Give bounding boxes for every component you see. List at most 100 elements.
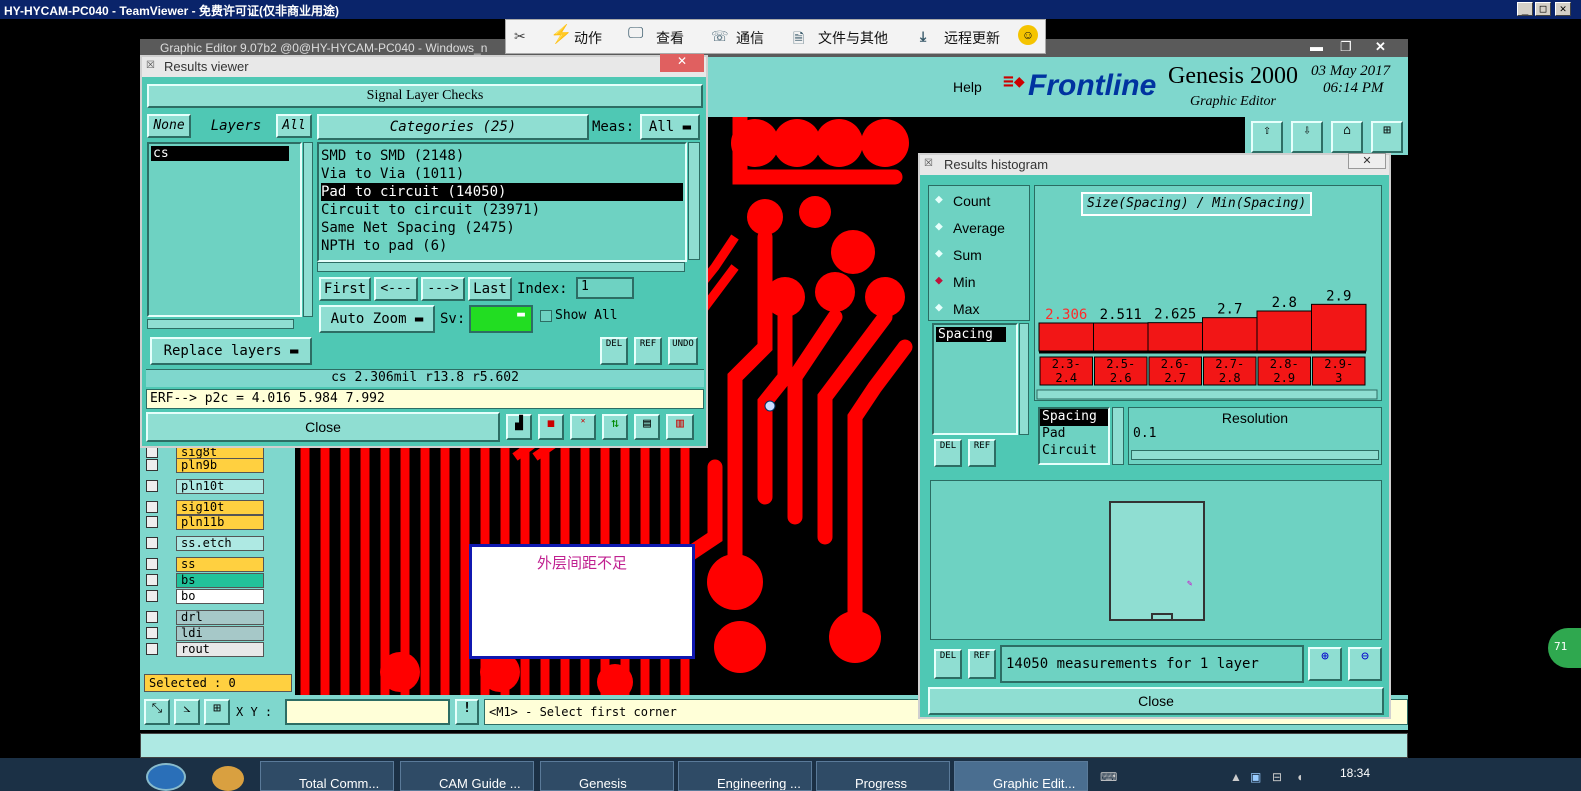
index-input[interactable]: 1	[576, 277, 634, 299]
secondary-list-item[interactable]: Spacing	[1040, 409, 1108, 426]
taskbar-item[interactable]: Graphic Edit...	[954, 761, 1088, 791]
ref-button[interactable]: REF	[634, 337, 662, 365]
primary-list-item[interactable]: Spacing	[936, 327, 1006, 342]
taskbar-item[interactable]: Progress	[816, 761, 950, 791]
layer-row[interactable]: ldi	[146, 626, 266, 641]
layer-row[interactable]: pln10t	[146, 479, 266, 494]
histogram-del-button[interactable]: DEL	[934, 439, 962, 467]
close-button[interactable]: ✕	[1555, 2, 1571, 16]
layer-checkbox[interactable]	[146, 611, 158, 623]
histogram-icon[interactable]: ▥	[666, 414, 694, 440]
layer-row[interactable]: drl	[146, 610, 266, 625]
checks-listbox[interactable]: SMD to SMD (2148) Via to Via (1011) Pad to…	[317, 142, 687, 262]
zoom-in-icon[interactable]: ⊕	[1308, 647, 1342, 681]
layer-row[interactable]: sig10t	[146, 500, 266, 515]
layer-hscrollbar[interactable]	[147, 319, 294, 329]
ge-minimize-button[interactable]: ▬	[1310, 39, 1323, 54]
histogram-bar[interactable]	[1311, 303, 1367, 352]
histogram-ref-button[interactable]: REF	[968, 439, 996, 467]
layer-scrollbar[interactable]	[303, 142, 313, 317]
layer-row[interactable]: pln9b	[146, 458, 266, 473]
bookmark-icon[interactable]: ◼	[538, 414, 564, 440]
board-preview[interactable]: ✎	[1109, 501, 1205, 621]
zoom-out-icon[interactable]: ⊖	[1348, 647, 1382, 681]
del-button[interactable]: DEL	[600, 337, 628, 365]
report-icon[interactable]: ▤	[634, 414, 660, 440]
check-item[interactable]: Pad to circuit (14050)	[321, 183, 683, 201]
sv-dropdown[interactable]: ▬	[469, 305, 533, 333]
note-box[interactable]: 外层间距不足	[469, 544, 695, 659]
check-item[interactable]: Same Net Spacing (2475)	[321, 219, 683, 237]
compare-icon[interactable]: ⇅	[602, 414, 628, 440]
ge-close-button[interactable]: ✕	[1375, 39, 1386, 55]
layer-row[interactable]: pln11b	[146, 515, 266, 530]
primary-list[interactable]: Spacing	[932, 323, 1018, 435]
layer-checkbox[interactable]	[146, 501, 158, 513]
rv-close-button[interactable]: Close	[146, 412, 500, 442]
layer-checkbox[interactable]	[146, 558, 158, 570]
smiley-icon[interactable]: ☺	[1018, 25, 1038, 45]
tray-app-icon[interactable]: ▣	[1250, 770, 1261, 784]
layer-row[interactable]: rout	[146, 642, 266, 657]
histogram-chart[interactable]: 2.3062.3-2.42.5112.5-2.62.6252.6-2.72.72…	[1035, 186, 1381, 400]
histogram-bar[interactable]	[1202, 317, 1258, 352]
check-item[interactable]: SMD to SMD (2148)	[321, 147, 683, 165]
layer-checkbox[interactable]	[146, 627, 158, 639]
alert-icon[interactable]: !	[455, 699, 479, 725]
last-button[interactable]: Last	[468, 277, 512, 301]
check-item[interactable]: Via to Via (1011)	[321, 165, 683, 183]
primary-list-scrollbar[interactable]	[1019, 323, 1029, 435]
xy-input[interactable]	[285, 699, 450, 725]
volume-icon[interactable]: ◖	[1296, 770, 1303, 784]
categories-button[interactable]: Categories (25)	[317, 114, 589, 140]
first-button[interactable]: First	[319, 277, 371, 301]
layer-checkbox[interactable]	[146, 480, 158, 492]
mode-radio[interactable]: ◆ Count	[935, 192, 1025, 212]
snap-icon[interactable]: ⊞	[204, 699, 230, 725]
grid-icon[interactable]: ⊞	[1371, 121, 1403, 153]
layer-row[interactable]: bo	[146, 589, 266, 604]
quick-launch-icon[interactable]	[212, 766, 244, 791]
meas-dropdown[interactable]: All ▬	[640, 114, 700, 140]
secondary-list-item[interactable]: Circuit	[1040, 443, 1108, 460]
bottom-del-button[interactable]: DEL	[934, 649, 962, 679]
all-layers-button[interactable]: All	[276, 114, 312, 138]
zoom-box-icon[interactable]: ⤡	[144, 699, 170, 725]
layer-item-cs[interactable]: cs	[151, 146, 289, 161]
layer-checkbox[interactable]	[146, 537, 158, 549]
secondary-list-scrollbar[interactable]	[1112, 407, 1124, 465]
taskbar-item[interactable]: CAM Guide ...	[400, 761, 534, 791]
histogram-bar[interactable]	[1256, 310, 1312, 352]
taskbar-item[interactable]: Genesis	[540, 761, 674, 791]
mode-radio[interactable]: ◆ Min	[935, 273, 1025, 293]
rv-close-icon[interactable]: ✕	[660, 54, 704, 72]
taskbar-item[interactable]: Engineering ...	[678, 761, 812, 791]
taskbar-item[interactable]: Total Comm...	[260, 761, 394, 791]
secondary-list-item[interactable]: Pad	[1040, 426, 1108, 443]
start-button[interactable]	[146, 763, 186, 791]
none-button[interactable]: None	[147, 114, 191, 138]
layer-checkbox[interactable]	[146, 516, 158, 528]
measure-icon[interactable]: ⦣	[174, 699, 200, 725]
chart-icon[interactable]: ▟	[506, 414, 532, 440]
update-button[interactable]: 远程更新	[944, 28, 1000, 48]
layer-row[interactable]: ss	[146, 557, 266, 572]
mode-radio[interactable]: ◆ Sum	[935, 246, 1025, 266]
check-item[interactable]: Circuit to circuit (23971)	[321, 201, 683, 219]
teamviewer-side-badge[interactable]: 71	[1548, 628, 1581, 668]
undo-button[interactable]: UNDO	[668, 337, 698, 365]
layer-row[interactable]: ss.etch	[146, 536, 266, 551]
histogram-close-button[interactable]: Close	[928, 687, 1384, 715]
actions-menu[interactable]: 动作	[574, 28, 602, 48]
prev-button[interactable]: <---	[374, 277, 418, 301]
histogram-bar[interactable]	[1147, 322, 1203, 352]
bottom-ref-button[interactable]: REF	[968, 649, 996, 679]
auto-zoom-dropdown[interactable]: Auto Zoom ▬	[319, 305, 435, 333]
files-menu[interactable]: 文件与其他	[818, 28, 888, 48]
help-menu[interactable]: Help	[953, 79, 982, 95]
view-menu[interactable]: 查看	[656, 28, 684, 48]
histogram-bar[interactable]	[1093, 322, 1149, 352]
layer-checkbox[interactable]	[146, 459, 158, 471]
keyboard-icon[interactable]: ⌨	[1100, 770, 1117, 784]
next-button[interactable]: --->	[421, 277, 465, 301]
